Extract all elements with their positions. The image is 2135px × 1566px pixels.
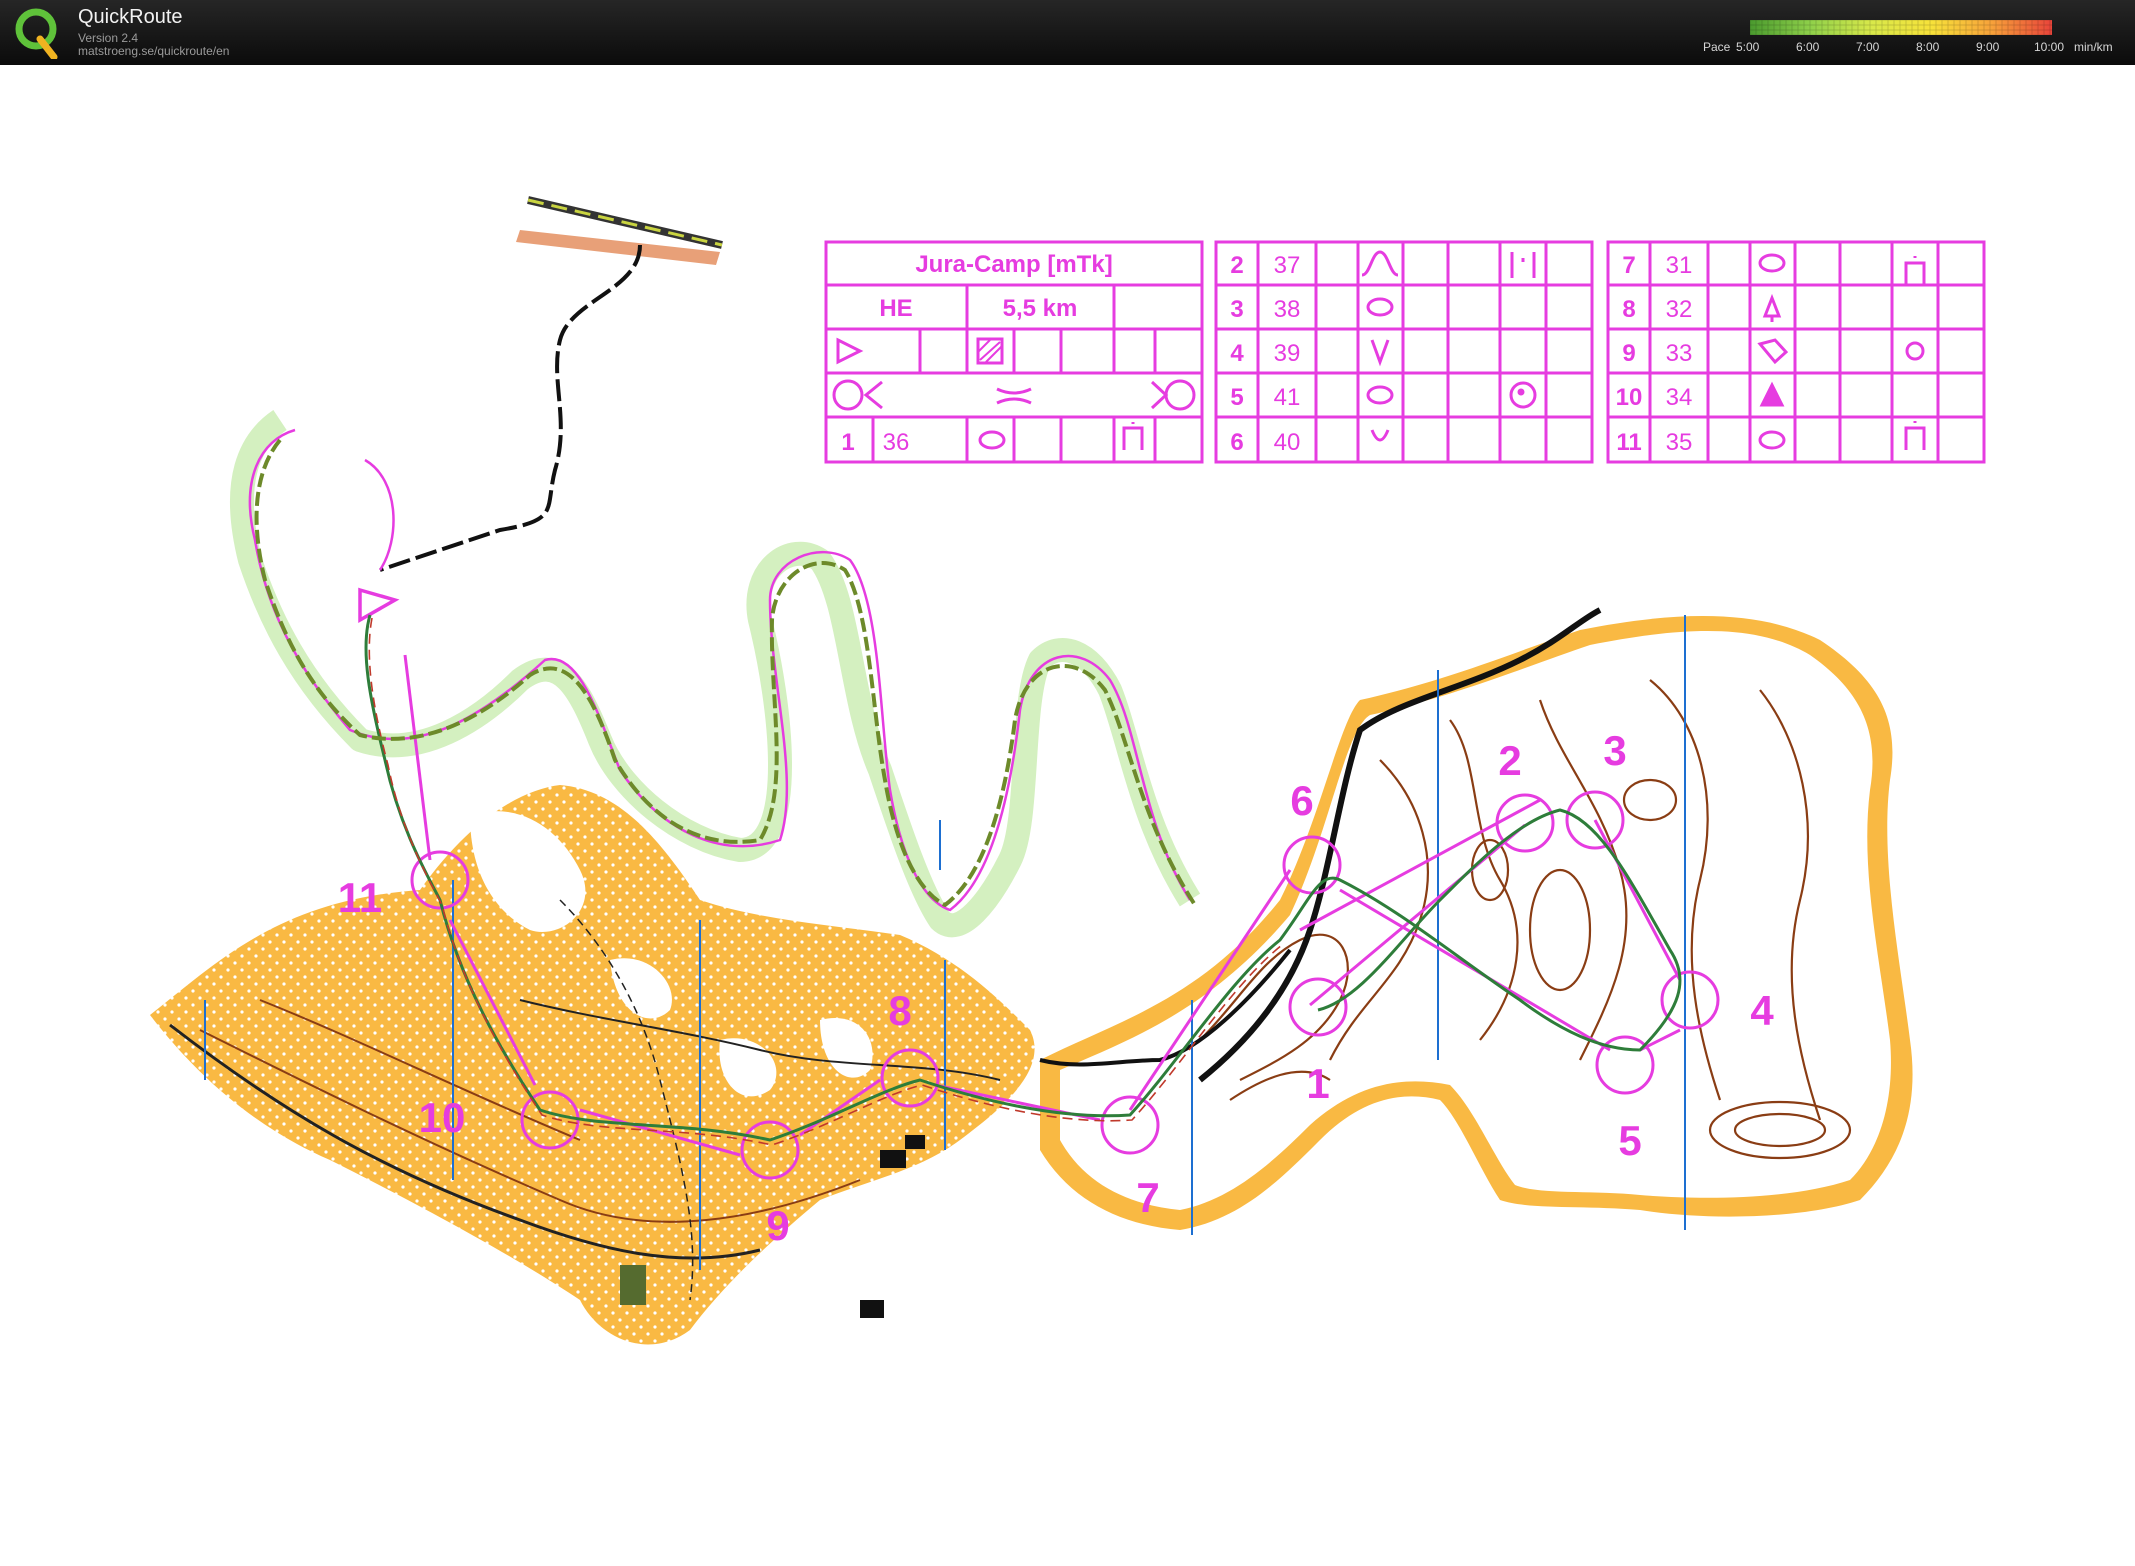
map-label-4: 4 [1750, 987, 1774, 1034]
ctrl-code-3: 38 [1274, 296, 1301, 323]
ctrl-code-9: 33 [1666, 340, 1693, 367]
ctrl-num-1: 1 [841, 429, 854, 456]
ctrl-num-5: 5 [1230, 384, 1243, 411]
pace-tick-5: 5:00 [1736, 40, 1760, 54]
ctrl-code-7: 31 [1666, 252, 1693, 279]
ctrl-num-8: 8 [1622, 296, 1635, 323]
map-label-10: 10 [419, 1094, 466, 1141]
pace-tick-7: 7:00 [1856, 40, 1880, 54]
pace-tick-8: 8:00 [1916, 40, 1940, 54]
ctrl-code-6: 40 [1274, 429, 1301, 456]
map-label-7: 7 [1136, 1174, 1159, 1221]
title-bar: QuickRoute Version 2.4 matstroeng.se/qui… [0, 0, 2135, 65]
ctrl-num-11: 11 [1616, 429, 1641, 456]
map-label-8: 8 [888, 987, 911, 1034]
map-label-1: 1 [1306, 1060, 1329, 1107]
pace-color-bar [1750, 20, 2052, 35]
map-label-2: 2 [1498, 737, 1521, 784]
orienteering-map[interactable]: Jura-Camp [mTk] HE 5,5 km 1 36 2 37 3 38… [0, 65, 2135, 1566]
app-url: matstroeng.se/quickroute/en [78, 44, 230, 58]
pace-tick-10: 10:00 [2034, 40, 2065, 54]
west-terrain [150, 785, 1035, 1345]
event-name: Jura-Camp [mTk] [915, 251, 1112, 278]
map-label-11: 11 [338, 874, 382, 921]
ctrl-num-2: 2 [1230, 252, 1243, 279]
ctrl-num-9: 9 [1622, 340, 1635, 367]
map-label-3: 3 [1603, 727, 1626, 774]
corridor-terrain [230, 410, 1201, 938]
app-title: QuickRoute [78, 6, 183, 28]
pace-label: Pace [1703, 40, 1731, 54]
pace-tick-9: 9:00 [1976, 40, 2000, 54]
ctrl-num-7: 7 [1622, 252, 1635, 279]
control-description-text: Jura-Camp [mTk] HE 5,5 km 1 36 2 37 3 38… [841, 251, 1692, 456]
ctrl-code-5: 41 [1274, 384, 1301, 411]
east-terrain [1039, 607, 1913, 1230]
map-label-5: 5 [1618, 1117, 1641, 1164]
ctrl-code-8: 32 [1666, 296, 1693, 323]
ctrl-num-10: 10 [1616, 384, 1643, 411]
pace-unit: min/km [2074, 40, 2113, 54]
ctrl-code-4: 39 [1274, 340, 1301, 367]
quickroute-logo-icon [15, 8, 58, 59]
north-road [379, 196, 723, 572]
ctrl-code-1: 36 [883, 429, 910, 456]
pace-tick-6: 6:00 [1796, 40, 1820, 54]
map-label-9: 9 [766, 1202, 789, 1249]
ctrl-num-4: 4 [1230, 340, 1244, 367]
ctrl-num-3: 3 [1230, 296, 1243, 323]
ctrl-code-2: 37 [1274, 252, 1301, 279]
class-name: HE [879, 295, 912, 322]
map-label-6: 6 [1290, 777, 1313, 824]
app-version: Version 2.4 [78, 31, 139, 45]
ctrl-num-6: 6 [1230, 429, 1243, 456]
ctrl-code-11: 35 [1666, 429, 1693, 456]
ctrl-code-10: 34 [1666, 384, 1693, 411]
course-length: 5,5 km [1003, 295, 1078, 322]
